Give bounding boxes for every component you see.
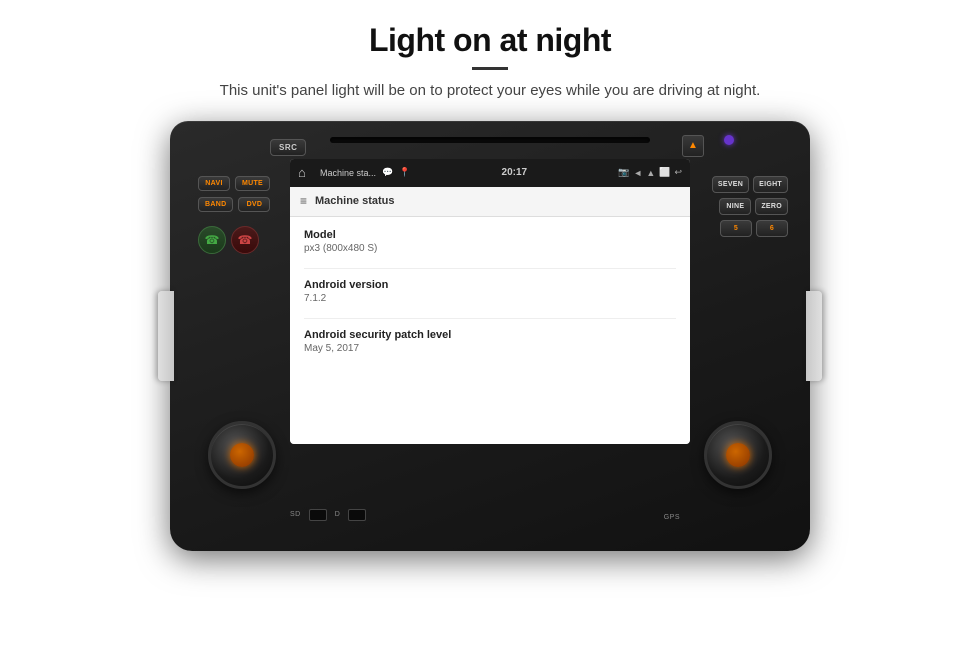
statusbar-app-name: Machine sta... — [320, 168, 376, 178]
divider-1 — [304, 268, 676, 269]
security-patch-label: Android security patch level — [304, 329, 676, 341]
radio-unit: SRC ▲ NAVI MUTE BAND DVD ☎ ☎ SEVEN EIGH — [170, 121, 810, 551]
statusbar-center: 20:17 — [502, 167, 528, 178]
clip-left — [158, 291, 174, 381]
mute-button[interactable]: MUTE — [235, 176, 270, 191]
divider-2 — [304, 318, 676, 319]
menu-icon[interactable]: ≡ — [300, 194, 307, 208]
security-patch-value: May 5, 2017 — [304, 343, 676, 354]
volume-knob-left[interactable] — [208, 421, 276, 489]
back-icon[interactable]: ◄ — [633, 168, 642, 178]
statusbar-time: 20:17 — [502, 167, 528, 178]
location-icon: 📍 — [399, 167, 410, 178]
sd-label: SD — [290, 511, 301, 518]
sd-slot-2 — [348, 509, 366, 521]
cd-slot — [330, 137, 650, 143]
android-version-row: Android version 7.1.2 — [304, 279, 676, 304]
dvd-button[interactable]: DVD — [238, 197, 270, 212]
statusbar-right: 📷 ◄ ▲ ⬜ ↩ — [618, 167, 682, 178]
six-button[interactable]: 6 — [756, 220, 788, 237]
page-header: Light on at night This unit's panel ligh… — [0, 0, 980, 111]
phone-end-button[interactable]: ☎ — [231, 226, 259, 254]
home-icon[interactable]: ⌂ — [298, 165, 314, 181]
app-content: Model px3 (800x480 S) Android version 7.… — [290, 217, 690, 444]
square-icon[interactable]: ⬜ — [659, 167, 670, 178]
left-button-panel: NAVI MUTE BAND DVD ☎ ☎ — [198, 176, 270, 254]
d-label: D — [335, 511, 341, 518]
gps-label: GPS — [664, 514, 680, 521]
eject-icon[interactable]: ▲ — [646, 168, 655, 178]
app-toolbar: ≡ Machine status — [290, 187, 690, 217]
android-version-value: 7.1.2 — [304, 293, 676, 304]
seven-button[interactable]: SEVEN — [712, 176, 749, 193]
clip-right — [806, 291, 822, 381]
nine-zero-row: NINE ZERO — [719, 198, 788, 215]
nine-button[interactable]: NINE — [719, 198, 751, 215]
right-button-panel: SEVEN EIGHT NINE ZERO 5 6 — [712, 176, 788, 237]
navi-button[interactable]: NAVI — [198, 176, 230, 191]
phone-row: ☎ ☎ — [198, 226, 270, 254]
five-six-row: 5 6 — [720, 220, 788, 237]
security-patch-row: Android security patch level May 5, 2017 — [304, 329, 676, 354]
eight-button[interactable]: EIGHT — [753, 176, 788, 193]
sd-slots: SD D — [290, 509, 366, 521]
model-label: Model — [304, 229, 676, 241]
model-info-row: Model px3 (800x480 S) — [304, 229, 676, 254]
seven-eight-row: SEVEN EIGHT — [712, 176, 788, 193]
statusbar-left: ⌂ Machine sta... 💬 📍 — [298, 165, 410, 181]
title-divider — [472, 67, 508, 70]
band-button[interactable]: BAND — [198, 197, 233, 212]
triangle-button[interactable]: ▲ — [682, 135, 704, 157]
navi-mute-row: NAVI MUTE — [198, 176, 270, 191]
camera-status-icon: 📷 — [618, 167, 629, 178]
five-button[interactable]: 5 — [720, 220, 752, 237]
phone-answer-button[interactable]: ☎ — [198, 226, 226, 254]
page-title: Light on at night — [0, 22, 980, 59]
android-version-label: Android version — [304, 279, 676, 291]
sd-slot-1 — [309, 509, 327, 521]
message-icon: 💬 — [382, 167, 393, 178]
android-statusbar: ⌂ Machine sta... 💬 📍 20:17 📷 ◄ ▲ ⬜ ↩ — [290, 159, 690, 187]
screen-area: ⌂ Machine sta... 💬 📍 20:17 📷 ◄ ▲ ⬜ ↩ — [290, 159, 690, 444]
device-wrapper: SRC ▲ NAVI MUTE BAND DVD ☎ ☎ SEVEN EIGH — [170, 121, 810, 551]
purple-indicator — [724, 135, 734, 145]
tune-knob-right[interactable] — [704, 421, 772, 489]
arrow-icon[interactable]: ↩ — [674, 167, 682, 178]
page-subtitle: This unit's panel light will be on to pr… — [0, 80, 980, 103]
model-value: px3 (800x480 S) — [304, 243, 676, 254]
toolbar-title: Machine status — [315, 195, 394, 207]
src-button[interactable]: SRC — [270, 139, 306, 156]
zero-button[interactable]: ZERO — [755, 198, 788, 215]
band-dvd-row: BAND DVD — [198, 197, 270, 212]
